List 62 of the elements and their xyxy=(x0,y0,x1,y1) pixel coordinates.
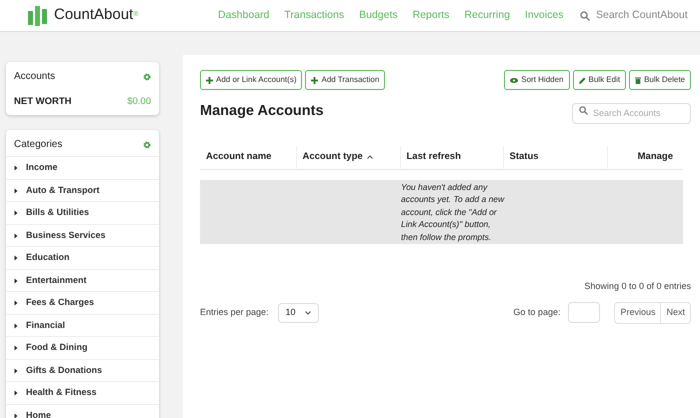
category-row[interactable]: Auto & Transport xyxy=(6,178,159,202)
pencil-icon xyxy=(578,76,586,84)
search-icon xyxy=(579,106,588,115)
toolbar-button[interactable]: Bulk Delete xyxy=(629,70,691,90)
caret-icon xyxy=(14,210,18,216)
gear-icon xyxy=(143,72,151,80)
caret-icon xyxy=(14,345,18,351)
caret-icon xyxy=(14,188,18,194)
column-header[interactable]: Last refresh xyxy=(400,146,503,169)
caret-icon xyxy=(14,255,18,261)
entries-info: Showing 0 to 0 of 0 entries xyxy=(584,280,691,293)
caret-icon xyxy=(14,368,18,374)
net-worth-value: $0.00 xyxy=(127,95,151,109)
entries-dropdown[interactable]: 10 xyxy=(278,302,319,322)
column-header[interactable]: Status xyxy=(503,146,607,169)
caret-icon xyxy=(14,412,18,418)
plus-icon xyxy=(206,76,213,84)
gear-icon xyxy=(143,140,151,149)
page-button[interactable]: Next xyxy=(660,302,690,322)
trash-icon xyxy=(635,76,642,84)
card-title: Categories xyxy=(14,138,62,152)
category-row[interactable]: Health & Fitness xyxy=(6,381,159,404)
category-row[interactable]: Entertainment xyxy=(6,268,159,292)
page-title: Manage Accounts xyxy=(200,102,324,122)
category-row[interactable]: Home xyxy=(6,404,159,418)
search-icon xyxy=(580,10,590,20)
goto-label: Go to page: xyxy=(513,306,560,319)
category-row[interactable]: Education xyxy=(6,246,159,269)
column-header[interactable]: Manage xyxy=(607,146,683,169)
empty-message: You haven't added any accounts yet. To add a new account, click the "Add or Link Account(s)" button, then follow the prompts. xyxy=(400,180,506,244)
search-field[interactable]: Search Accounts xyxy=(572,102,691,124)
toolbar-button[interactable]: Add Transaction xyxy=(305,70,386,90)
category-row[interactable]: Food & Dining xyxy=(6,336,159,359)
caret-icon xyxy=(14,300,18,306)
caret-icon xyxy=(304,310,311,314)
category-row[interactable]: Financial xyxy=(6,314,159,336)
column-header[interactable]: Account name xyxy=(200,146,296,169)
category-row[interactable]: Income xyxy=(6,156,159,179)
eye-icon xyxy=(510,78,518,82)
sort-icon xyxy=(367,154,374,159)
search-field[interactable]: Search CountAbout xyxy=(596,8,688,24)
brand-name: CountAbout$^{®}$ xyxy=(54,5,138,26)
category-row[interactable]: Business Services xyxy=(6,224,159,246)
caret-icon xyxy=(14,322,18,328)
toolbar-button[interactable]: Sort Hidden xyxy=(504,70,570,90)
category-row[interactable]: Gifts & Donations xyxy=(6,358,159,382)
caret-icon xyxy=(14,232,18,238)
card-title: Accounts xyxy=(14,70,56,84)
toolbar-button[interactable]: Bulk Edit xyxy=(572,70,626,90)
caret-icon xyxy=(14,165,18,171)
net-worth-label: NET WORTH xyxy=(14,95,72,109)
category-row[interactable]: Fees & Charges xyxy=(6,291,159,314)
column-header[interactable]: Account type xyxy=(296,146,400,169)
category-row[interactable]: Bills & Utilities xyxy=(6,201,159,224)
logo-icon xyxy=(28,4,48,26)
caret-icon xyxy=(14,278,18,284)
toolbar-button[interactable]: Add or Link Account(s) xyxy=(200,70,302,90)
caret-icon xyxy=(14,390,18,396)
page-input[interactable] xyxy=(568,302,600,323)
page-button[interactable]: Previous xyxy=(615,302,660,322)
entries-label: Entries per page: xyxy=(200,306,269,319)
plus-icon xyxy=(311,76,318,84)
